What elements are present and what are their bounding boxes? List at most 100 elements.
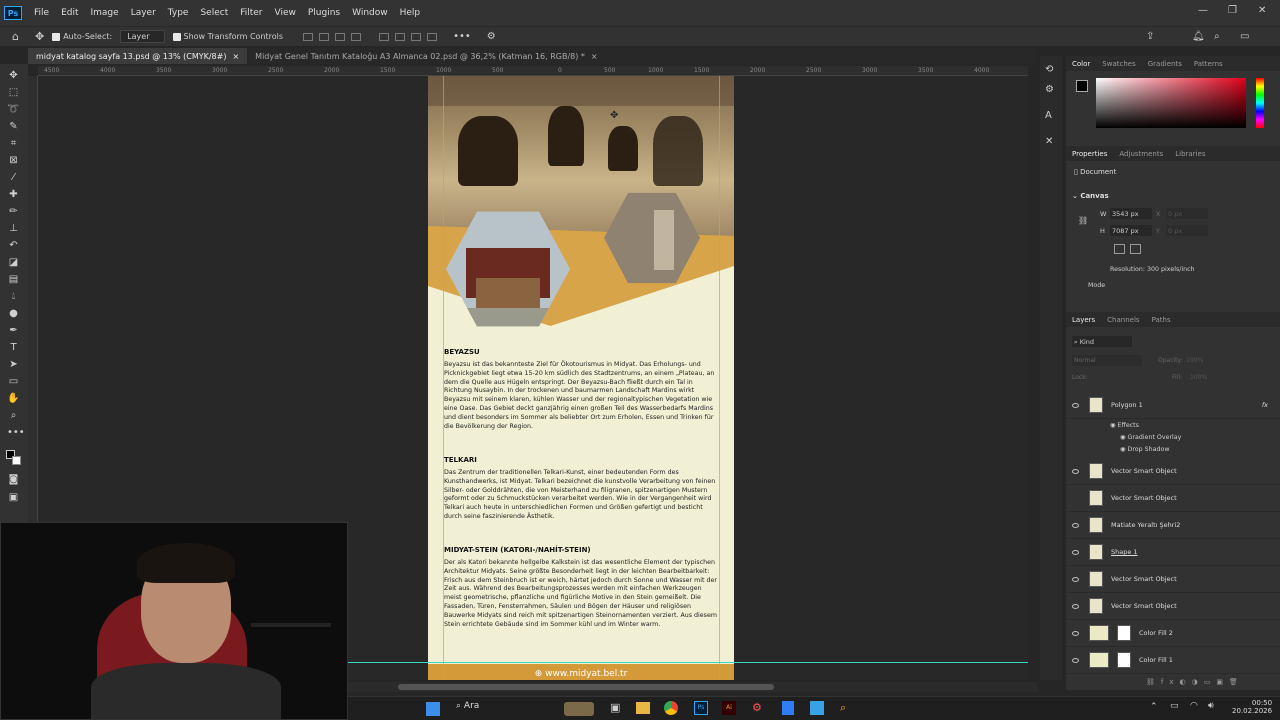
fx-badge[interactable]: fx (1262, 401, 1268, 409)
move-tool-icon[interactable]: ✥ (35, 30, 44, 43)
widgets-icon[interactable] (564, 702, 594, 716)
history-panel-icon[interactable]: ⟲ (1045, 64, 1053, 75)
menu-edit[interactable]: Edit (55, 8, 84, 18)
menu-filter[interactable]: Filter (234, 8, 268, 18)
menu-layer[interactable]: Layer (125, 8, 162, 18)
tab-close-icon[interactable]: × (591, 52, 598, 61)
align-middle-icon[interactable] (395, 32, 406, 41)
search-icon[interactable]: ⌕ (1214, 31, 1220, 42)
tab-document-2[interactable]: Midyat Genel Tanıtım Kataloğu A3 Almanca… (247, 48, 605, 64)
screen-mode-icon[interactable]: ▣ (7, 492, 20, 503)
volume-icon[interactable]: 🔊︎ (1208, 701, 1214, 711)
menu-window[interactable]: Window (346, 8, 394, 18)
home-icon[interactable]: ⌂ (12, 30, 19, 43)
visibility-eye-icon[interactable] (1072, 576, 1079, 582)
opacity-value[interactable]: 100% (1186, 357, 1203, 364)
pen-tool-icon[interactable]: ✒ (7, 325, 20, 336)
transform-controls-checkbox[interactable]: Show Transform Controls (172, 32, 283, 41)
wifi-icon[interactable]: ◠ (1190, 701, 1198, 711)
chrome-icon[interactable] (664, 701, 678, 715)
layer-row[interactable]: Vector Smart Object (1066, 458, 1280, 485)
portrait-orientation-icon[interactable] (1114, 244, 1125, 254)
hand-tool-icon[interactable]: ✋ (7, 393, 20, 404)
layer-row[interactable]: Shape 1 (1066, 539, 1280, 566)
background-color-swatch[interactable] (12, 456, 21, 465)
menu-view[interactable]: View (269, 8, 302, 18)
rectangle-tool-icon[interactable]: ▭ (7, 376, 20, 387)
clock[interactable]: 00:50 20.02.2026 (1232, 699, 1272, 715)
character-panel-icon[interactable]: A (1045, 110, 1052, 121)
guide-line[interactable] (443, 76, 444, 680)
visibility-eye-icon[interactable] (1072, 657, 1079, 663)
file-explorer-icon[interactable] (636, 702, 650, 714)
scrollbar-thumb[interactable] (398, 684, 774, 690)
visibility-eye-icon[interactable] (1072, 603, 1079, 609)
effect-row[interactable]: ◉ Gradient Overlay (1120, 434, 1181, 441)
align-center-icon[interactable] (319, 32, 330, 41)
effect-row[interactable]: ◉ Drop Shadow (1120, 446, 1170, 453)
gradient-tool-icon[interactable]: ▤ (7, 274, 20, 285)
layer-row[interactable]: Matiate Yeraltı Şehri2 (1066, 512, 1280, 539)
tab-layers[interactable]: Layers (1066, 316, 1101, 324)
quick-mask-icon[interactable]: ◙ (7, 474, 20, 485)
menu-type[interactable]: Type (162, 8, 195, 18)
guide-line[interactable] (719, 76, 720, 680)
canvas-section-header[interactable]: ⌄ Canvas (1072, 192, 1109, 200)
layer-filter-kind[interactable]: ⌕ Kind (1072, 336, 1132, 347)
zoom-tool-icon[interactable]: ⌕ (7, 410, 20, 421)
menu-plugins[interactable]: Plugins (302, 8, 346, 18)
layer-row[interactable]: Vector Smart Object (1066, 566, 1280, 593)
visibility-eye-icon[interactable] (1072, 468, 1079, 474)
eraser-tool-icon[interactable]: ◪ (7, 257, 20, 268)
illustrator-taskbar-icon[interactable]: Ai (722, 701, 736, 715)
more-icon[interactable]: ••• (453, 31, 471, 42)
menu-help[interactable]: Help (394, 8, 427, 18)
height-input[interactable]: 7087 px (1110, 225, 1152, 236)
crop-tool-icon[interactable]: ⌗ (7, 138, 20, 149)
blend-mode-select[interactable]: Normal (1072, 355, 1142, 366)
photoshop-taskbar-icon[interactable]: Ps (694, 701, 708, 715)
settings-app-icon[interactable]: ⚙ (752, 701, 762, 714)
stamp-tool-icon[interactable]: ⊥ (7, 223, 20, 234)
dodge-tool-icon[interactable]: ● (7, 308, 20, 319)
visibility-eye-icon[interactable] (1072, 549, 1079, 555)
distribute-icon[interactable] (351, 32, 362, 41)
visibility-eye-icon[interactable] (1072, 402, 1079, 408)
path-select-icon[interactable]: ➤ (7, 359, 20, 370)
maximize-icon[interactable]: ❐ (1228, 5, 1237, 16)
tab-channels[interactable]: Channels (1101, 316, 1145, 324)
foreground-color-swatch[interactable] (1076, 80, 1088, 92)
visibility-eye-icon[interactable] (1072, 496, 1079, 501)
layer-row[interactable]: Color Fill 1 (1066, 647, 1280, 674)
marquee-tool-icon[interactable]: ⬚ (7, 87, 20, 98)
lasso-tool-icon[interactable]: ➰ (7, 104, 20, 115)
width-input[interactable]: 3543 px (1110, 208, 1152, 219)
notes-app-icon[interactable] (782, 701, 794, 715)
search-app-icon[interactable]: ⌕ (840, 701, 846, 715)
align-bottom-icon[interactable] (411, 32, 422, 41)
distribute-vertical-icon[interactable] (427, 32, 438, 41)
adjustments-panel-icon[interactable]: ⚙ (1045, 84, 1054, 95)
visibility-eye-icon[interactable] (1072, 630, 1079, 636)
blur-tool-icon[interactable]: 💧︎ (7, 291, 20, 302)
tab-libraries[interactable]: Libraries (1169, 150, 1211, 158)
document-page[interactable]: BEYAZSU Beyazsu ist das bekannteste Ziel… (428, 76, 734, 680)
fill-value[interactable]: 100% (1190, 374, 1207, 381)
close-icon[interactable]: ✕ (1258, 5, 1266, 16)
tab-document-1[interactable]: midyat katalog sayfa 13.psd @ 13% (CMYK/… (28, 48, 248, 64)
tab-adjustments[interactable]: Adjustments (1113, 150, 1169, 158)
network-icon[interactable]: ▭ (1170, 701, 1179, 711)
move-tool-icon[interactable]: ✥ (7, 70, 20, 81)
tab-close-icon[interactable]: × (232, 52, 239, 61)
type-tool-icon[interactable]: T (7, 342, 20, 353)
task-view-icon[interactable]: ▣ (610, 701, 620, 714)
tab-paths[interactable]: Paths (1146, 316, 1177, 324)
taskbar-search[interactable]: ⌕ Ara (456, 701, 479, 711)
tab-gradients[interactable]: Gradients (1142, 60, 1188, 68)
menu-image[interactable]: Image (85, 8, 125, 18)
visibility-eye-icon[interactable]: ◉ (1110, 422, 1118, 429)
healing-tool-icon[interactable]: ✚ (7, 189, 20, 200)
auto-select-checkbox[interactable]: Auto-Select: (52, 32, 112, 41)
workspace-icon[interactable]: ▭ (1240, 31, 1249, 42)
minimize-icon[interactable]: — (1198, 5, 1208, 16)
